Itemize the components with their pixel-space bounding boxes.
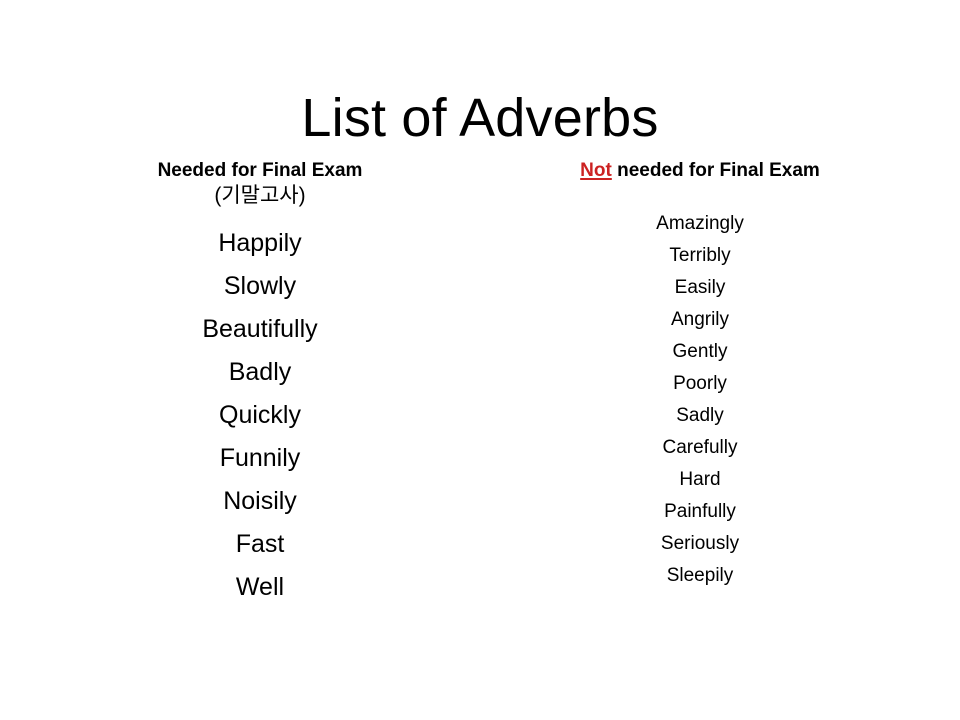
list-item: Badly — [228, 357, 292, 386]
list-item: Painfully — [664, 501, 736, 523]
list-item: Poorly — [673, 373, 727, 395]
list-item: Funnily — [219, 443, 301, 472]
not-needed-adverb-list: Amazingly Terribly Easily Angrily Gently… — [520, 208, 880, 592]
column-not-needed-header: Not needed for Final Exam — [520, 160, 880, 182]
list-item: Gently — [672, 341, 728, 363]
column-needed-header: Needed for Final Exam (기말고사) — [80, 160, 440, 210]
column-not-needed-header-rest: needed for Final Exam — [611, 160, 820, 181]
list-item: Beautifully — [202, 314, 318, 343]
adverb-columns: Needed for Final Exam (기말고사) Happily Slo… — [0, 160, 960, 640]
list-item: Easily — [674, 277, 726, 299]
column-needed: Needed for Final Exam (기말고사) Happily Slo… — [80, 160, 440, 609]
list-item: Angrily — [670, 309, 730, 331]
column-needed-header-main: Needed for Final Exam — [157, 160, 363, 181]
list-item: Slowly — [223, 271, 297, 300]
column-not-needed: Not needed for Final Exam Amazingly Terr… — [520, 160, 880, 592]
column-needed-header-korean: (기말고사) — [214, 184, 306, 208]
list-item: Sadly — [676, 405, 724, 427]
list-item: Well — [235, 572, 285, 601]
needed-adverb-list: Happily Slowly Beautifully Badly Quickly… — [80, 222, 440, 609]
list-item: Terribly — [669, 245, 731, 267]
list-item: Fast — [235, 529, 285, 558]
page-title: List of Adverbs — [301, 88, 659, 149]
list-item: Noisily — [223, 486, 297, 515]
column-not-needed-header-negation: Not — [580, 160, 612, 181]
slide: List of Adverbs Needed for Final Exam (기… — [0, 0, 960, 720]
list-item: Amazingly — [656, 213, 744, 235]
list-item: Carefully — [662, 437, 738, 459]
list-item: Happily — [218, 228, 302, 257]
list-item: Hard — [679, 469, 721, 491]
list-item: Sleepily — [666, 565, 734, 587]
list-item: Seriously — [660, 533, 740, 555]
list-item: Quickly — [219, 400, 301, 429]
